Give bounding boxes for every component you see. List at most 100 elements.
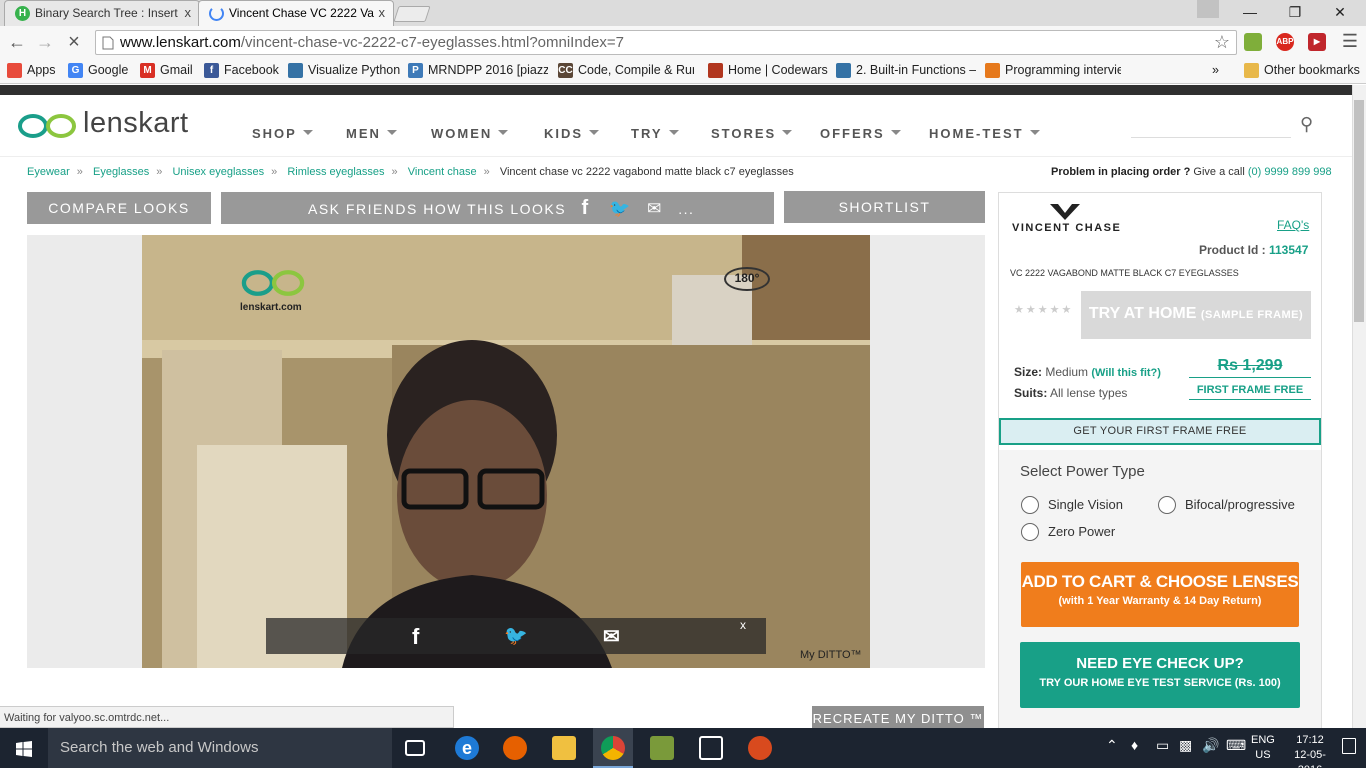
minimize-button[interactable]: — xyxy=(1228,0,1272,24)
tab-close-icon[interactable]: x xyxy=(379,1,386,25)
tray-chevron-icon[interactable]: ⌃ xyxy=(1106,737,1118,754)
scrollbar-thumb[interactable] xyxy=(1354,100,1364,322)
shortlist-button[interactable]: SHORTLIST xyxy=(784,191,985,223)
other-bookmarks[interactable]: Other bookmarks xyxy=(1244,61,1360,79)
page-icon xyxy=(102,36,114,50)
facebook-icon[interactable]: f xyxy=(582,197,590,219)
system-clock[interactable]: 17:1212-05-2016 xyxy=(1285,733,1335,768)
tab-vincent-chase[interactable]: Vincent Chase VC 2222 Va x xyxy=(198,0,394,26)
rating-stars[interactable]: ★★★★★ xyxy=(1014,303,1073,316)
extension-glasses-icon[interactable] xyxy=(1244,33,1262,51)
nav-home-test[interactable]: HOME-TEST xyxy=(929,126,1040,141)
rotate-180-icon[interactable]: 180° xyxy=(724,267,770,291)
battery-icon[interactable]: ▭ xyxy=(1156,737,1169,754)
status-bar: Waiting for valyoo.sc.omtrdc.net... xyxy=(0,706,454,728)
first-frame-free-label: FIRST FRAME FREE xyxy=(1189,384,1311,400)
nav-stores[interactable]: STORES xyxy=(711,126,793,141)
breadcrumb-eyeglasses[interactable]: Eyeglasses xyxy=(93,166,149,178)
radio-single-vision[interactable]: Single Vision xyxy=(1021,495,1123,515)
nav-offers[interactable]: OFFERS xyxy=(820,126,901,141)
nav-try[interactable]: TRY xyxy=(631,126,679,141)
bookmark-visualize-python[interactable]: Visualize Python xyxy=(288,61,400,79)
lenskart-logo[interactable]: lenskart xyxy=(17,107,188,143)
price: Rs 1,299 xyxy=(1189,357,1311,378)
taskbar-search-box[interactable]: Search the web and Windows xyxy=(48,728,392,768)
try-at-home-button[interactable]: TRY AT HOME (SAMPLE FRAME) xyxy=(1081,291,1311,339)
tab-binary-search-tree[interactable]: H Binary Search Tree : Insert x xyxy=(4,0,200,26)
bookmark-programming-interview[interactable]: Programming intervie xyxy=(985,61,1121,79)
nav-men[interactable]: MEN xyxy=(346,126,397,141)
ditto-webcam-image[interactable]: lenskart.com 180° My DITTO™ xyxy=(142,235,870,668)
media-player-icon[interactable] xyxy=(748,736,772,760)
nav-women[interactable]: WOMEN xyxy=(431,126,509,141)
get-first-frame-free-button[interactable]: GET YOUR FIRST FRAME FREE xyxy=(999,418,1321,445)
user-profile-icon[interactable] xyxy=(1197,0,1219,18)
maximize-button[interactable]: ❐ xyxy=(1273,0,1317,24)
site-search-input[interactable] xyxy=(1131,137,1291,138)
edge-icon[interactable]: e xyxy=(455,736,479,760)
bookmark-codewars[interactable]: Home | Codewars xyxy=(708,61,828,79)
breadcrumb-vincent-chase[interactable]: Vincent chase xyxy=(408,166,477,178)
bookmarks-overflow-button[interactable]: » xyxy=(1212,61,1219,79)
radio-zero-power[interactable]: Zero Power xyxy=(1021,522,1115,542)
more-share-icon[interactable]: ... xyxy=(678,201,694,217)
bookmark-python-docs[interactable]: 2. Built-in Functions — xyxy=(836,61,976,79)
extension-media-icon[interactable]: ▶ xyxy=(1308,33,1326,51)
radio-bifocal[interactable]: Bifocal/progressive xyxy=(1158,495,1295,515)
bookmark-mrndpp[interactable]: P MRNDPP 2016 [piazza xyxy=(408,61,548,79)
tab-close-icon[interactable]: x xyxy=(185,1,192,25)
wifi-icon[interactable]: ▩ xyxy=(1179,737,1192,754)
bookmark-facebook[interactable]: f Facebook xyxy=(204,61,279,79)
volume-icon[interactable]: 🔊 xyxy=(1202,737,1219,754)
eye-checkup-button[interactable]: NEED EYE CHECK UP? TRY OUR HOME EYE TEST… xyxy=(1020,642,1300,708)
action-center-icon[interactable] xyxy=(1342,738,1356,754)
firefox-icon[interactable] xyxy=(503,736,527,760)
twitter-icon[interactable]: 🐦 xyxy=(504,624,528,648)
language-indicator[interactable]: ENG US xyxy=(1251,733,1275,763)
breadcrumb-unisex[interactable]: Unisex eyeglasses xyxy=(172,166,264,178)
nav-shop[interactable]: SHOP xyxy=(252,126,313,141)
will-this-fit-link[interactable]: (Will this fit?) xyxy=(1091,367,1161,379)
new-tab-button[interactable] xyxy=(393,6,431,22)
nav-kids[interactable]: KIDS xyxy=(544,126,600,141)
network-share-icon[interactable]: ♦ xyxy=(1131,737,1138,753)
forward-arrow-icon[interactable]: → xyxy=(33,30,57,54)
recreate-ditto-button[interactable]: RECREATE MY DITTO ™ xyxy=(812,706,984,728)
add-to-cart-button[interactable]: ADD TO CART & CHOOSE LENSES (with 1 Year… xyxy=(1021,562,1299,627)
keyboard-icon[interactable]: ⌨ xyxy=(1226,737,1246,754)
twitter-icon[interactable]: 🐦 xyxy=(609,199,632,218)
compare-looks-button[interactable]: COMPARE LOOKS xyxy=(27,192,211,224)
adblock-plus-icon[interactable]: ABP xyxy=(1276,33,1294,51)
chrome-menu-icon[interactable]: ☰ xyxy=(1338,29,1362,53)
share-close-icon[interactable]: x xyxy=(740,618,746,632)
breadcrumb-eyewear[interactable]: Eyewear xyxy=(27,166,70,178)
bookmark-star-icon[interactable]: ☆ xyxy=(1214,32,1230,53)
size-info: Size: Medium (Will this fit?) xyxy=(1014,365,1161,379)
bookmark-gmail[interactable]: M Gmail xyxy=(140,61,193,79)
windows-start-button[interactable] xyxy=(0,728,48,768)
help-phone[interactable]: (0) 9999 899 998 xyxy=(1248,166,1332,178)
address-bar[interactable]: www.lenskart.com/vincent-chase-vc-2222-c… xyxy=(95,30,1237,55)
codewars-icon xyxy=(708,63,723,78)
faq-link[interactable]: FAQ's xyxy=(1277,218,1309,232)
bookmark-google[interactable]: G Google xyxy=(68,61,128,79)
codechef-icon: CC xyxy=(558,63,573,78)
store-icon[interactable] xyxy=(699,736,723,760)
facebook-icon[interactable]: f xyxy=(412,624,419,650)
close-window-button[interactable]: ✕ xyxy=(1318,0,1362,24)
breadcrumb-rimless[interactable]: Rimless eyeglasses xyxy=(287,166,384,178)
chrome-icon[interactable] xyxy=(601,736,625,760)
back-arrow-icon[interactable]: ← xyxy=(5,30,29,54)
mail-icon[interactable]: ✉ xyxy=(647,199,663,218)
ask-friends-button[interactable]: ASK FRIENDS HOW THIS LOOKS f 🐦 ✉ ... xyxy=(221,192,774,224)
task-view-icon[interactable] xyxy=(405,740,425,756)
windows-logo-icon xyxy=(16,741,32,757)
app-pen-icon[interactable] xyxy=(650,736,674,760)
search-icon[interactable]: ⚲ xyxy=(1300,114,1313,135)
mail-icon[interactable]: ✉ xyxy=(603,624,620,649)
bookmark-codechef[interactable]: CC Code, Compile & Run xyxy=(558,61,694,79)
stop-loading-icon[interactable]: × xyxy=(62,30,86,54)
bookmark-apps[interactable]: Apps xyxy=(7,61,56,79)
file-explorer-icon[interactable] xyxy=(552,736,576,760)
loading-spinner-icon xyxy=(209,6,224,21)
